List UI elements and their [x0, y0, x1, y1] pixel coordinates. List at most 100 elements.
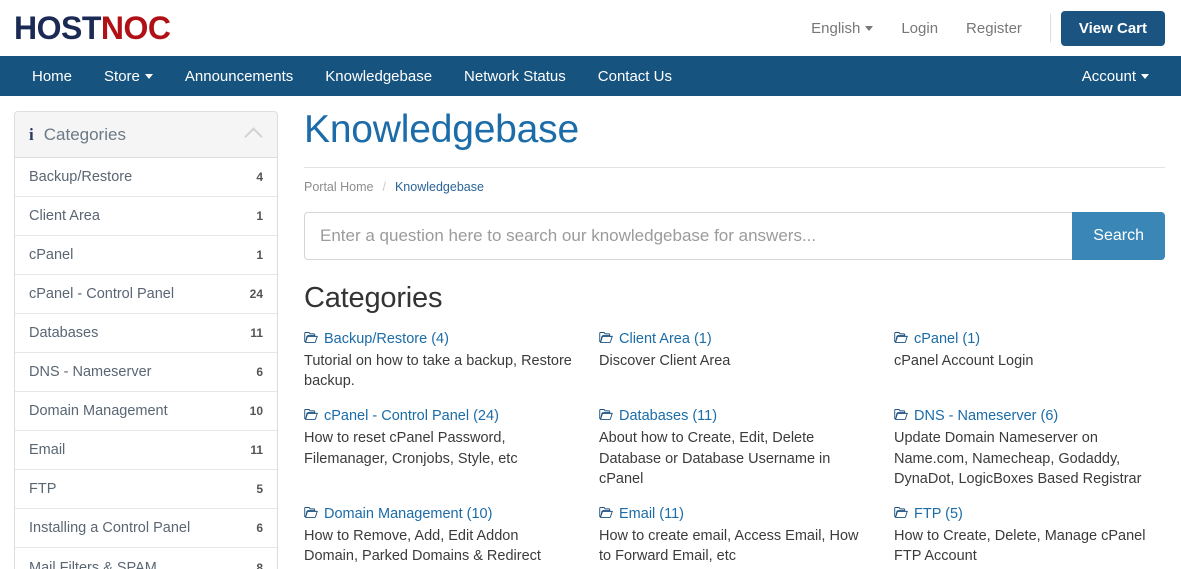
logo-text-noc: NOC — [100, 10, 171, 46]
category-card: FTP (5) How to Create, Delete, Manage cP… — [894, 504, 1165, 569]
site-logo[interactable]: HOSTNOC — [14, 12, 171, 44]
open-folder-icon — [304, 331, 318, 343]
main-nav-left: Home Store Announcements Knowledgebase N… — [16, 56, 688, 96]
sidebar-item-label: FTP — [29, 481, 57, 497]
sidebar-item-backup-restore[interactable]: Backup/Restore 4 — [15, 158, 277, 197]
language-selector[interactable]: English — [797, 20, 887, 37]
open-folder-icon — [894, 506, 908, 518]
sidebar-item-mail-filters-spam[interactable]: Mail Filters & SPAM 8 — [15, 548, 277, 569]
logo-text-host: HOST — [14, 10, 101, 46]
sidebar-item-count: 8 — [256, 560, 263, 569]
nav-item-account[interactable]: Account — [1066, 56, 1165, 96]
category-link-ftp[interactable]: FTP (5) — [894, 504, 1165, 525]
category-link-dns-nameserver[interactable]: DNS - Nameserver (6) — [894, 406, 1165, 427]
open-folder-icon — [304, 506, 318, 518]
nav-item-home[interactable]: Home — [16, 56, 88, 96]
nav-item-network-status[interactable]: Network Status — [448, 56, 582, 96]
sidebar-item-databases[interactable]: Databases 11 — [15, 314, 277, 353]
category-title: Backup/Restore (4) — [324, 330, 449, 347]
sidebar-item-cpanel-control-panel[interactable]: cPanel - Control Panel 24 — [15, 275, 277, 314]
sidebar-item-cpanel[interactable]: cPanel 1 — [15, 236, 277, 275]
nav-label-account: Account — [1081, 67, 1136, 85]
open-folder-icon — [599, 409, 613, 420]
category-description: How to Remove, Add, Edit Addon Domain, P… — [304, 527, 541, 569]
sidebar-item-installing-a-control-panel[interactable]: Installing a Control Panel 6 — [15, 509, 277, 548]
category-title: Client Area (1) — [619, 330, 712, 347]
category-link-cpanel-control-panel[interactable]: cPanel - Control Panel (24) — [304, 406, 575, 427]
category-title: FTP (5) — [914, 505, 963, 522]
chevron-up-icon[interactable] — [244, 127, 263, 146]
title-divider — [304, 166, 1165, 168]
breadcrumb-portal-home[interactable]: Portal Home — [304, 180, 373, 194]
category-description: About how to Create, Edit, Delete Databa… — [599, 430, 831, 488]
sidebar-item-domain-management[interactable]: Domain Management 10 — [15, 392, 277, 431]
category-title: Domain Management (10) — [324, 505, 493, 522]
category-link-domain-management[interactable]: Domain Management (10) — [304, 504, 575, 525]
category-title: cPanel - Control Panel (24) — [324, 408, 499, 425]
sidebar-item-count: 4 — [256, 170, 263, 184]
categories-grid: Backup/Restore (4) Tutorial on how to ta… — [304, 329, 1165, 569]
search-button[interactable]: Search — [1072, 211, 1165, 260]
sidebar-title: Categories — [43, 124, 126, 144]
category-card: Databases (11) About how to Create, Edit… — [599, 406, 870, 490]
sidebar-item-count: 10 — [249, 404, 263, 418]
sidebar-item-label: Email — [29, 442, 66, 458]
sidebar-item-email[interactable]: Email 11 — [15, 431, 277, 470]
category-link-databases[interactable]: Databases (11) — [599, 406, 870, 427]
top-nav-divider — [1049, 14, 1051, 42]
category-card: Email (11) How to create email, Access E… — [599, 504, 870, 569]
sidebar-item-label: Backup/Restore — [29, 169, 133, 185]
main-nav-right: Account — [1066, 56, 1165, 96]
sidebar-header[interactable]: i Categories — [15, 112, 277, 158]
nav-label-network-status: Network Status — [464, 67, 566, 85]
category-title: cPanel (1) — [914, 330, 981, 347]
sidebar-item-count: 6 — [256, 365, 263, 379]
category-description: How to Create, Delete, Manage cPanel FTP… — [894, 527, 1146, 565]
category-link-email[interactable]: Email (11) — [599, 504, 870, 525]
top-navigation: English Login Register View Cart — [797, 10, 1165, 46]
category-link-backup-restore[interactable]: Backup/Restore (4) — [304, 329, 575, 350]
nav-label-store: Store — [104, 67, 140, 85]
nav-item-store[interactable]: Store — [88, 56, 169, 96]
sidebar-item-count: 5 — [256, 482, 263, 496]
sidebar-item-client-area[interactable]: Client Area 1 — [15, 197, 277, 236]
category-title: DNS - Nameserver (6) — [914, 408, 1059, 425]
category-link-cpanel[interactable]: cPanel (1) — [894, 329, 1165, 350]
open-folder-icon — [894, 409, 908, 420]
category-description: Tutorial on how to take a backup, Restor… — [304, 352, 572, 390]
chevron-down-icon — [865, 26, 874, 32]
nav-item-announcements[interactable]: Announcements — [169, 56, 309, 96]
categories-section-title: Categories — [304, 281, 443, 314]
view-cart-button[interactable]: View Cart — [1060, 10, 1165, 46]
sidebar-item-ftp[interactable]: FTP 5 — [15, 470, 277, 509]
sidebar-item-count: 1 — [256, 248, 263, 262]
nav-label-contact-us: Contact Us — [597, 67, 672, 85]
category-title: Databases (11) — [619, 408, 718, 425]
nav-label-knowledgebase: Knowledgebase — [325, 67, 433, 85]
sidebar-item-count: 11 — [250, 443, 263, 457]
sidebar-item-dns-nameserver[interactable]: DNS - Nameserver 6 — [15, 353, 277, 392]
main-navigation: Home Store Announcements Knowledgebase N… — [0, 56, 1181, 96]
register-link[interactable]: Register — [952, 20, 1036, 37]
breadcrumb-knowledgebase[interactable]: Knowledgebase — [395, 180, 484, 194]
page-title: Knowledgebase — [304, 108, 579, 151]
sidebar-category-list: Backup/Restore 4 Client Area 1 cPanel 1 … — [15, 158, 277, 569]
page-body: i Categories Backup/Restore 4 Client Are… — [0, 96, 1181, 569]
info-icon: i — [29, 124, 34, 144]
sidebar-item-label: Client Area — [29, 208, 100, 224]
open-folder-icon — [894, 331, 908, 343]
nav-item-contact-us[interactable]: Contact Us — [582, 56, 688, 96]
open-folder-icon — [599, 506, 613, 518]
category-card: Backup/Restore (4) Tutorial on how to ta… — [304, 329, 575, 392]
nav-item-knowledgebase[interactable]: Knowledgebase — [309, 56, 448, 96]
category-title: Email (11) — [619, 505, 684, 522]
category-link-client-area[interactable]: Client Area (1) — [599, 329, 870, 350]
sidebar-item-label: Databases — [29, 325, 99, 341]
sidebar-item-count: 6 — [256, 521, 263, 535]
login-link[interactable]: Login — [887, 20, 952, 37]
category-description: How to create email, Access Email, How t… — [599, 527, 859, 565]
nav-label-announcements: Announcements — [184, 67, 294, 85]
search-input[interactable] — [304, 211, 1073, 260]
breadcrumb-separator: / — [382, 179, 386, 194]
category-card: cPanel - Control Panel (24) How to reset… — [304, 406, 575, 490]
